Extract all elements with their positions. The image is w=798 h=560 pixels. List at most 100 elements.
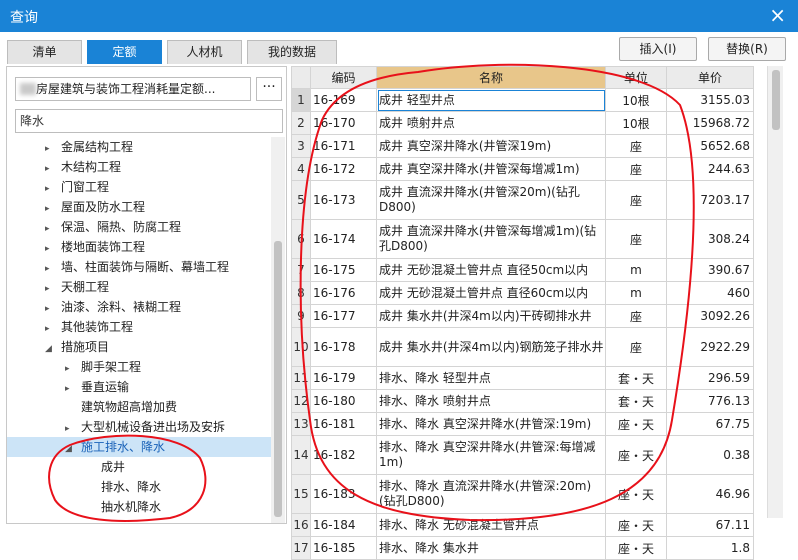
code-column-header[interactable]: 编码 <box>310 66 377 89</box>
expand-arrow-icon[interactable]: ▸ <box>65 379 81 399</box>
table-row[interactable]: 4 16-172 成井 真空深井降水(井管深每增减1m) 座 244.63 <box>291 157 754 181</box>
code-cell[interactable]: 16-169 <box>310 88 377 112</box>
price-cell[interactable]: 308.24 <box>666 219 754 259</box>
tree-node[interactable]: ▸ 金属结构工程 <box>45 137 133 157</box>
tree-node[interactable]: ▸ 屋面及防水工程 <box>45 197 145 217</box>
tree-node[interactable]: ▸ 楼地面装饰工程 <box>45 237 145 257</box>
code-cell[interactable]: 16-175 <box>310 258 377 282</box>
tree-node[interactable]: ▸ 油漆、涂料、裱糊工程 <box>45 297 181 317</box>
tree-node[interactable]: ▸ 脚手架工程 <box>65 357 141 377</box>
code-cell[interactable]: 16-181 <box>310 412 377 436</box>
table-row[interactable]: 2 16-170 成井 喷射井点 10根 15968.72 <box>291 111 754 135</box>
close-icon[interactable]: × <box>769 3 786 27</box>
tree-node[interactable]: ▸ 其他装饰工程 <box>45 317 133 337</box>
name-cell[interactable]: 成井 直流深井降水(井管深每增减1m)(钻孔D800) <box>376 219 606 259</box>
table-row[interactable]: 6 16-174 成井 直流深井降水(井管深每增减1m)(钻孔D800) 座 308.2… <box>291 219 754 259</box>
table-row[interactable]: 15 16-183 排水、降水 直流深井降水(井管深:20m)(钻孔D800) 座・天… <box>291 474 754 514</box>
expand-arrow-icon[interactable]: ▸ <box>45 319 61 339</box>
table-row[interactable]: 17 16-185 排水、降水 集水井 座・天 1.8 <box>291 536 754 560</box>
unit-cell[interactable]: 10根 <box>605 111 667 135</box>
name-cell[interactable]: 排水、降水 集水井 <box>376 536 606 560</box>
insert-button[interactable]: 插入(I) <box>619 37 697 61</box>
name-cell[interactable]: 成井 集水井(井深4m以内)钢筋笼子排水井 <box>376 327 606 367</box>
code-cell[interactable]: 16-171 <box>310 134 377 158</box>
unit-cell[interactable]: m <box>605 281 667 305</box>
price-cell[interactable]: 3155.03 <box>666 88 754 112</box>
search-input[interactable]: 降水 <box>15 109 283 133</box>
unit-cell[interactable]: 座 <box>605 157 667 181</box>
code-cell[interactable]: 16-174 <box>310 219 377 259</box>
tree-node[interactable]: 成井 <box>85 457 125 477</box>
expand-arrow-icon[interactable]: ▸ <box>45 159 61 179</box>
table-row[interactable]: 14 16-182 排水、降水 真空深井降水(井管深:每增减1m) 座・天 0.38 <box>291 435 754 475</box>
price-cell[interactable]: 776.13 <box>666 389 754 413</box>
unit-cell[interactable]: 套・天 <box>605 389 667 413</box>
table-row[interactable]: 7 16-175 成井 无砂混凝土管井点 直径50cm以内 m 390.67 <box>291 258 754 282</box>
table-row[interactable]: 10 16-178 成井 集水井(井深4m以内)钢筋笼子排水井座 2922.29 <box>291 327 754 367</box>
expand-arrow-icon[interactable]: ▸ <box>45 139 61 159</box>
code-cell[interactable]: 16-173 <box>310 180 377 220</box>
expand-arrow-icon[interactable]: ▸ <box>45 219 61 239</box>
code-cell[interactable]: 16-179 <box>310 366 377 390</box>
name-cell[interactable]: 排水、降水 轻型井点 <box>376 366 606 390</box>
price-cell[interactable]: 67.75 <box>666 412 754 436</box>
table-row[interactable]: 8 16-176 成井 无砂混凝土管井点 直径60cm以内 m 460 <box>291 281 754 305</box>
tree-node[interactable]: ▸ 天棚工程 <box>45 277 109 297</box>
code-cell[interactable]: 16-176 <box>310 281 377 305</box>
expand-arrow-icon[interactable]: ▸ <box>45 279 61 299</box>
collapse-arrow-icon[interactable]: ◢ <box>45 339 61 359</box>
price-column-header[interactable]: 单价 <box>666 66 754 89</box>
tree-node[interactable]: ▸ 保温、隔热、防腐工程 <box>45 217 181 237</box>
replace-button[interactable]: 替换(R) <box>708 37 786 61</box>
quota-library-select[interactable]: 房屋建筑与装饰工程消耗量定额... <box>15 77 251 101</box>
name-cell[interactable]: 排水、降水 真空深井降水(井管深:每增减1m) <box>376 435 606 475</box>
unit-cell[interactable]: 座・天 <box>605 412 667 436</box>
table-scrollbar-thumb[interactable] <box>772 70 780 130</box>
price-cell[interactable]: 5652.68 <box>666 134 754 158</box>
unit-cell[interactable]: 座 <box>605 327 667 367</box>
unit-column-header[interactable]: 单位 <box>605 66 667 89</box>
collapse-arrow-icon[interactable]: ◢ <box>65 439 81 459</box>
tree-node[interactable]: ▸ 木结构工程 <box>45 157 121 177</box>
unit-cell[interactable]: 座 <box>605 219 667 259</box>
price-cell[interactable]: 67.11 <box>666 513 754 537</box>
name-cell[interactable]: 成井 真空深井降水(井管深19m) <box>376 134 606 158</box>
price-cell[interactable]: 2922.29 <box>666 327 754 367</box>
expand-arrow-icon[interactable]: ▸ <box>65 359 81 379</box>
tree-node[interactable]: 排水、降水 <box>85 477 161 497</box>
price-cell[interactable]: 1.8 <box>666 536 754 560</box>
unit-cell[interactable]: 座 <box>605 304 667 328</box>
tree-node[interactable]: ▸ 大型机械设备进出场及安拆 <box>65 417 225 437</box>
table-row[interactable]: 1 16-169 成井 轻型井点 10根 3155.03 <box>291 88 754 112</box>
expand-arrow-icon[interactable]: ▸ <box>45 179 61 199</box>
price-cell[interactable]: 390.67 <box>666 258 754 282</box>
price-cell[interactable]: 15968.72 <box>666 111 754 135</box>
tree-node[interactable]: 建筑物超高增加费 <box>65 397 177 417</box>
table-row[interactable]: 12 16-180 排水、降水 喷射井点 套・天 776.13 <box>291 389 754 413</box>
tab-quota[interactable]: 定额 <box>87 40 162 64</box>
name-cell[interactable]: 成井 真空深井降水(井管深每增减1m) <box>376 157 606 181</box>
name-cell[interactable]: 成井 无砂混凝土管井点 直径50cm以内 <box>376 258 606 282</box>
table-row[interactable]: 5 16-173 成井 直流深井降水(井管深20m)(钻孔D800) 座 7203.17 <box>291 180 754 220</box>
code-cell[interactable]: 16-180 <box>310 389 377 413</box>
price-cell[interactable]: 296.59 <box>666 366 754 390</box>
name-cell[interactable]: 排水、降水 真空深井降水(井管深:19m) <box>376 412 606 436</box>
table-row[interactable]: 13 16-181 排水、降水 真空深井降水(井管深:19m) 座・天 67.75 <box>291 412 754 436</box>
tree-node[interactable]: ▸ 墙、柱面装饰与隔断、幕墙工程 <box>45 257 229 277</box>
unit-cell[interactable]: 10根 <box>605 88 667 112</box>
tree-node[interactable]: ◢ 措施项目 <box>45 337 109 357</box>
table-row[interactable]: 9 16-177 成井 集水井(井深4m以内)干砖砌排水井座 3092.26 <box>291 304 754 328</box>
expand-arrow-icon[interactable]: ▸ <box>65 419 81 439</box>
table-row[interactable]: 3 16-171 成井 真空深井降水(井管深19m) 座 5652.68 <box>291 134 754 158</box>
code-cell[interactable]: 16-170 <box>310 111 377 135</box>
tree-node-selected[interactable]: ◢ 施工排水、降水 <box>7 437 271 457</box>
tree-node[interactable]: ▸ 门窗工程 <box>45 177 109 197</box>
price-cell[interactable]: 460 <box>666 281 754 305</box>
expand-arrow-icon[interactable]: ▸ <box>45 259 61 279</box>
tab-labor-material-machine[interactable]: 人材机 <box>167 40 242 64</box>
tree-scrollbar-thumb[interactable] <box>274 241 282 517</box>
code-cell[interactable]: 16-172 <box>310 157 377 181</box>
name-cell[interactable]: 成井 喷射井点 <box>376 111 606 135</box>
expand-arrow-icon[interactable]: ▸ <box>45 199 61 219</box>
code-cell[interactable]: 16-183 <box>310 474 377 514</box>
